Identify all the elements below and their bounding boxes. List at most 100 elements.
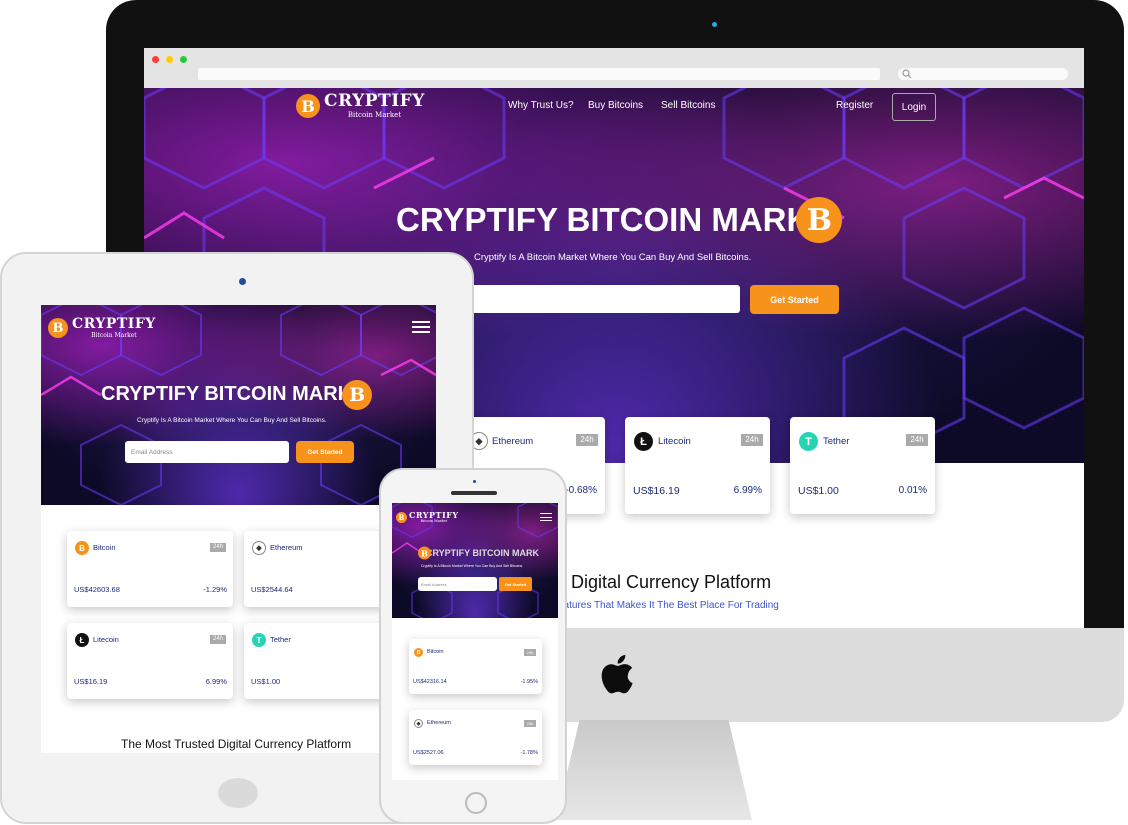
coin-price: US$2527.06 xyxy=(413,750,444,756)
hero-subtitle: Cryptify Is A Bitcoin Market Where You C… xyxy=(137,417,327,424)
iphone-camera xyxy=(473,480,476,483)
ipad-hero: B CRYPTIFY Bitcoin Market CRYPTIFY BITCO… xyxy=(41,305,436,505)
nav-why-trust-us[interactable]: Why Trust Us? xyxy=(508,100,574,111)
iphone-speaker xyxy=(451,491,497,495)
section-subtitle: eatures That Makes It The Best Place For… xyxy=(558,600,779,611)
brand-subtitle: Bitcoin Market xyxy=(347,111,402,119)
coin-card-bitcoin[interactable]: B Bitcoin 24h US$42316.14 -1.95% xyxy=(409,639,542,694)
brand-name: CRYPTIFY xyxy=(409,510,459,520)
hero-title-text: CRYPTIFY BITCOIN MARK xyxy=(101,383,353,405)
nav-buy-bitcoins[interactable]: Buy Bitcoins xyxy=(588,100,643,111)
email-input[interactable] xyxy=(444,285,740,313)
email-input[interactable]: Email Address xyxy=(125,441,289,463)
bitcoin-icon: B xyxy=(414,648,423,657)
hero-title: CRYPTIFY BITCOIN MARK B xyxy=(396,197,843,243)
coin-name: Bitcoin xyxy=(93,543,116,552)
coin-name: Tether xyxy=(270,635,291,644)
coin-price: US$1.00 xyxy=(251,677,281,686)
browser-search-bar[interactable] xyxy=(898,68,1068,80)
iphone-hero: B CRYPTIFY Bitcoin Market CRYPTIFY BITCO… xyxy=(392,503,558,618)
brand-logo[interactable]: B CRYPTIFY Bitcoin Market xyxy=(396,511,459,524)
litecoin-icon: Ł xyxy=(75,633,89,647)
litecoin-icon: Ł xyxy=(634,432,653,451)
coin-card-ethereum[interactable]: ◆ Ethereum 24h US$2527.06 -1.78% xyxy=(409,710,542,765)
brand-text: CRYPTIFY Bitcoin Market xyxy=(409,511,459,524)
imac-camera xyxy=(712,22,717,27)
hero-subtitle: Cryptify Is A Bitcoin Market Where You C… xyxy=(421,564,524,568)
brand-logo[interactable]: B CRYPTIFY Bitcoin Market xyxy=(48,317,156,339)
coin-price: US$16.19 xyxy=(633,485,680,497)
bitcoin-icon: B xyxy=(342,379,373,410)
hamburger-menu-icon[interactable] xyxy=(412,321,430,333)
imac-stand xyxy=(556,720,752,820)
coin-name: Litecoin xyxy=(93,635,119,644)
bitcoin-logo-icon: B xyxy=(396,511,407,523)
period-badge: 24h xyxy=(524,649,536,656)
tether-icon: T xyxy=(252,633,266,647)
coin-card-tether[interactable]: T Tether 24h US$1.00 0.01% xyxy=(790,417,935,514)
coin-change: -1.29% xyxy=(203,585,227,594)
apple-logo-icon xyxy=(601,654,633,694)
coin-card-litecoin[interactable]: Ł Litecoin 24h US$16.19 6.99% xyxy=(625,417,770,514)
maximize-window-icon[interactable] xyxy=(180,56,187,63)
coin-price: US$1.00 xyxy=(798,485,839,497)
ethereum-icon: ◆ xyxy=(252,541,266,555)
coin-change: -1.78% xyxy=(520,750,538,756)
url-bar[interactable] xyxy=(198,68,880,80)
ipad-camera xyxy=(239,278,246,285)
coin-change: -0.68% xyxy=(565,485,597,496)
brand-text: CRYPTIFY Bitcoin Market xyxy=(72,317,156,339)
period-badge: 24h xyxy=(576,434,598,446)
iphone-frame: B CRYPTIFY Bitcoin Market CRYPTIFY BITCO… xyxy=(379,468,567,824)
brand-logo[interactable]: B CRYPTIFY Bitcoin Market xyxy=(296,93,425,119)
login-button[interactable]: Login xyxy=(892,93,936,121)
browser-chrome xyxy=(144,48,1084,88)
coin-name: Ethereum xyxy=(270,543,303,552)
coin-price: US$2544.64 xyxy=(251,585,293,594)
nav-sell-bitcoins[interactable]: Sell Bitcoins xyxy=(661,100,715,111)
ipad-home-button xyxy=(218,778,258,808)
coin-card-bitcoin[interactable]: B Bitcoin 24h US$42603.68 -1.29% xyxy=(67,531,233,607)
period-badge: 24h xyxy=(210,543,226,552)
get-started-button[interactable]: Get Started xyxy=(499,577,532,591)
hero-title-text: CRYPTIFY BITCOIN MARK xyxy=(396,201,811,238)
brand-subtitle: Bitcoin Market xyxy=(420,519,448,523)
ethereum-icon: ◆ xyxy=(414,719,423,728)
bitcoin-icon: B xyxy=(418,546,431,560)
bitcoin-icon: B xyxy=(75,541,89,555)
ipad-screen: B CRYPTIFY Bitcoin Market CRYPTIFY BITCO… xyxy=(41,305,436,753)
coin-card-litecoin[interactable]: Ł Litecoin 24h US$16.19 6.99% xyxy=(67,623,233,699)
close-window-icon[interactable] xyxy=(152,56,159,63)
iphone-screen: B CRYPTIFY Bitcoin Market CRYPTIFY BITCO… xyxy=(392,503,558,780)
bitcoin-icon: B xyxy=(796,197,843,243)
get-started-button[interactable]: Get Started xyxy=(750,285,839,314)
minimize-window-icon[interactable] xyxy=(166,56,173,63)
period-badge: 24h xyxy=(906,434,928,446)
bitcoin-logo-icon: B xyxy=(296,94,320,118)
iphone-home-button xyxy=(465,792,487,814)
register-link[interactable]: Register xyxy=(836,100,873,111)
coin-change: -1.95% xyxy=(520,679,538,685)
coin-price: US$42316.14 xyxy=(413,679,447,685)
coin-change: 0.01% xyxy=(898,485,927,496)
email-input[interactable]: Email Address xyxy=(418,577,497,591)
device-mockup-stage: B CRYPTIFY Bitcoin Market Why Trust Us? … xyxy=(0,0,1128,825)
get-started-button[interactable]: Get Started xyxy=(296,441,354,463)
period-badge: 24h xyxy=(210,635,226,644)
section-title: d Digital Currency Platform xyxy=(556,572,772,592)
coin-name: Bitcoin xyxy=(427,649,444,655)
brand-name: CRYPTIFY xyxy=(72,316,156,332)
brand-subtitle: Bitcoin Market xyxy=(91,332,137,339)
coin-name: Ethereum xyxy=(427,720,451,726)
coin-change: 6.99% xyxy=(205,677,227,686)
coin-price: US$42603.68 xyxy=(74,585,120,594)
coin-name: Tether xyxy=(823,436,850,447)
brand-text: CRYPTIFY Bitcoin Market xyxy=(324,93,425,119)
hamburger-menu-icon[interactable] xyxy=(540,513,552,521)
coin-name: Ethereum xyxy=(492,436,534,447)
coin-price: US$16.19 xyxy=(74,677,108,686)
bitcoin-logo-icon: B xyxy=(48,318,68,338)
tether-icon: T xyxy=(799,432,818,451)
brand-name: CRYPTIFY xyxy=(324,91,425,111)
period-badge: 24h xyxy=(524,720,536,727)
